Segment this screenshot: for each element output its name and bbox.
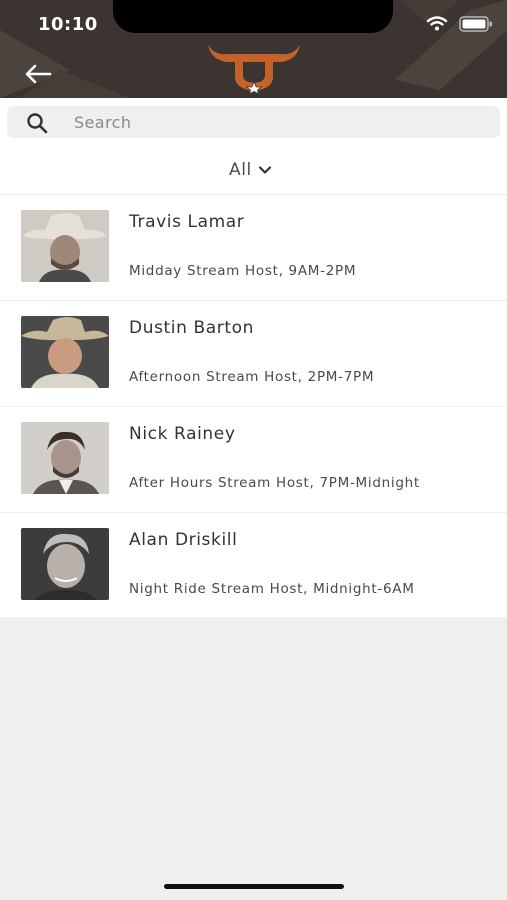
status-icons xyxy=(426,16,492,32)
search-icon xyxy=(27,113,48,134)
app-header: 10:10 xyxy=(0,0,507,98)
list-item[interactable]: Travis Lamar Midday Stream Host, 9AM-2PM xyxy=(0,195,507,301)
home-indicator[interactable] xyxy=(164,884,344,889)
filter-dropdown[interactable]: All xyxy=(229,158,272,182)
avatar xyxy=(21,422,109,494)
back-button[interactable] xyxy=(20,58,56,90)
avatar xyxy=(21,316,109,388)
arrow-left-icon xyxy=(25,64,52,84)
host-show: Night Ride Stream Host, Midnight-6AM xyxy=(129,581,415,597)
host-name: Dustin Barton xyxy=(129,318,254,338)
search-input[interactable] xyxy=(73,106,484,138)
list-item[interactable]: Dustin Barton Afternoon Stream Host, 2PM… xyxy=(0,301,507,407)
status-time: 10:10 xyxy=(38,14,98,35)
host-name: Nick Rainey xyxy=(129,424,236,444)
host-show: After Hours Stream Host, 7PM-Midnight xyxy=(129,475,420,491)
host-list: Travis Lamar Midday Stream Host, 9AM-2PM… xyxy=(0,195,507,618)
wifi-icon xyxy=(426,16,448,31)
search-bar[interactable] xyxy=(7,106,500,138)
longhorn-star-logo xyxy=(208,45,300,94)
battery-icon xyxy=(459,16,492,32)
host-show: Afternoon Stream Host, 2PM-7PM xyxy=(129,369,375,385)
host-name: Alan Driskill xyxy=(129,530,238,550)
search-section xyxy=(0,98,507,146)
avatar xyxy=(21,210,109,282)
filter-label: All xyxy=(229,160,252,180)
list-item[interactable]: Alan Driskill Night Ride Stream Host, Mi… xyxy=(0,513,507,618)
avatar xyxy=(21,528,109,600)
filter-row: All xyxy=(0,146,507,195)
host-show: Midday Stream Host, 9AM-2PM xyxy=(129,263,357,279)
chevron-down-icon xyxy=(258,166,271,174)
host-name: Travis Lamar xyxy=(129,212,245,232)
list-item[interactable]: Nick Rainey After Hours Stream Host, 7PM… xyxy=(0,407,507,513)
device-notch xyxy=(113,0,393,33)
